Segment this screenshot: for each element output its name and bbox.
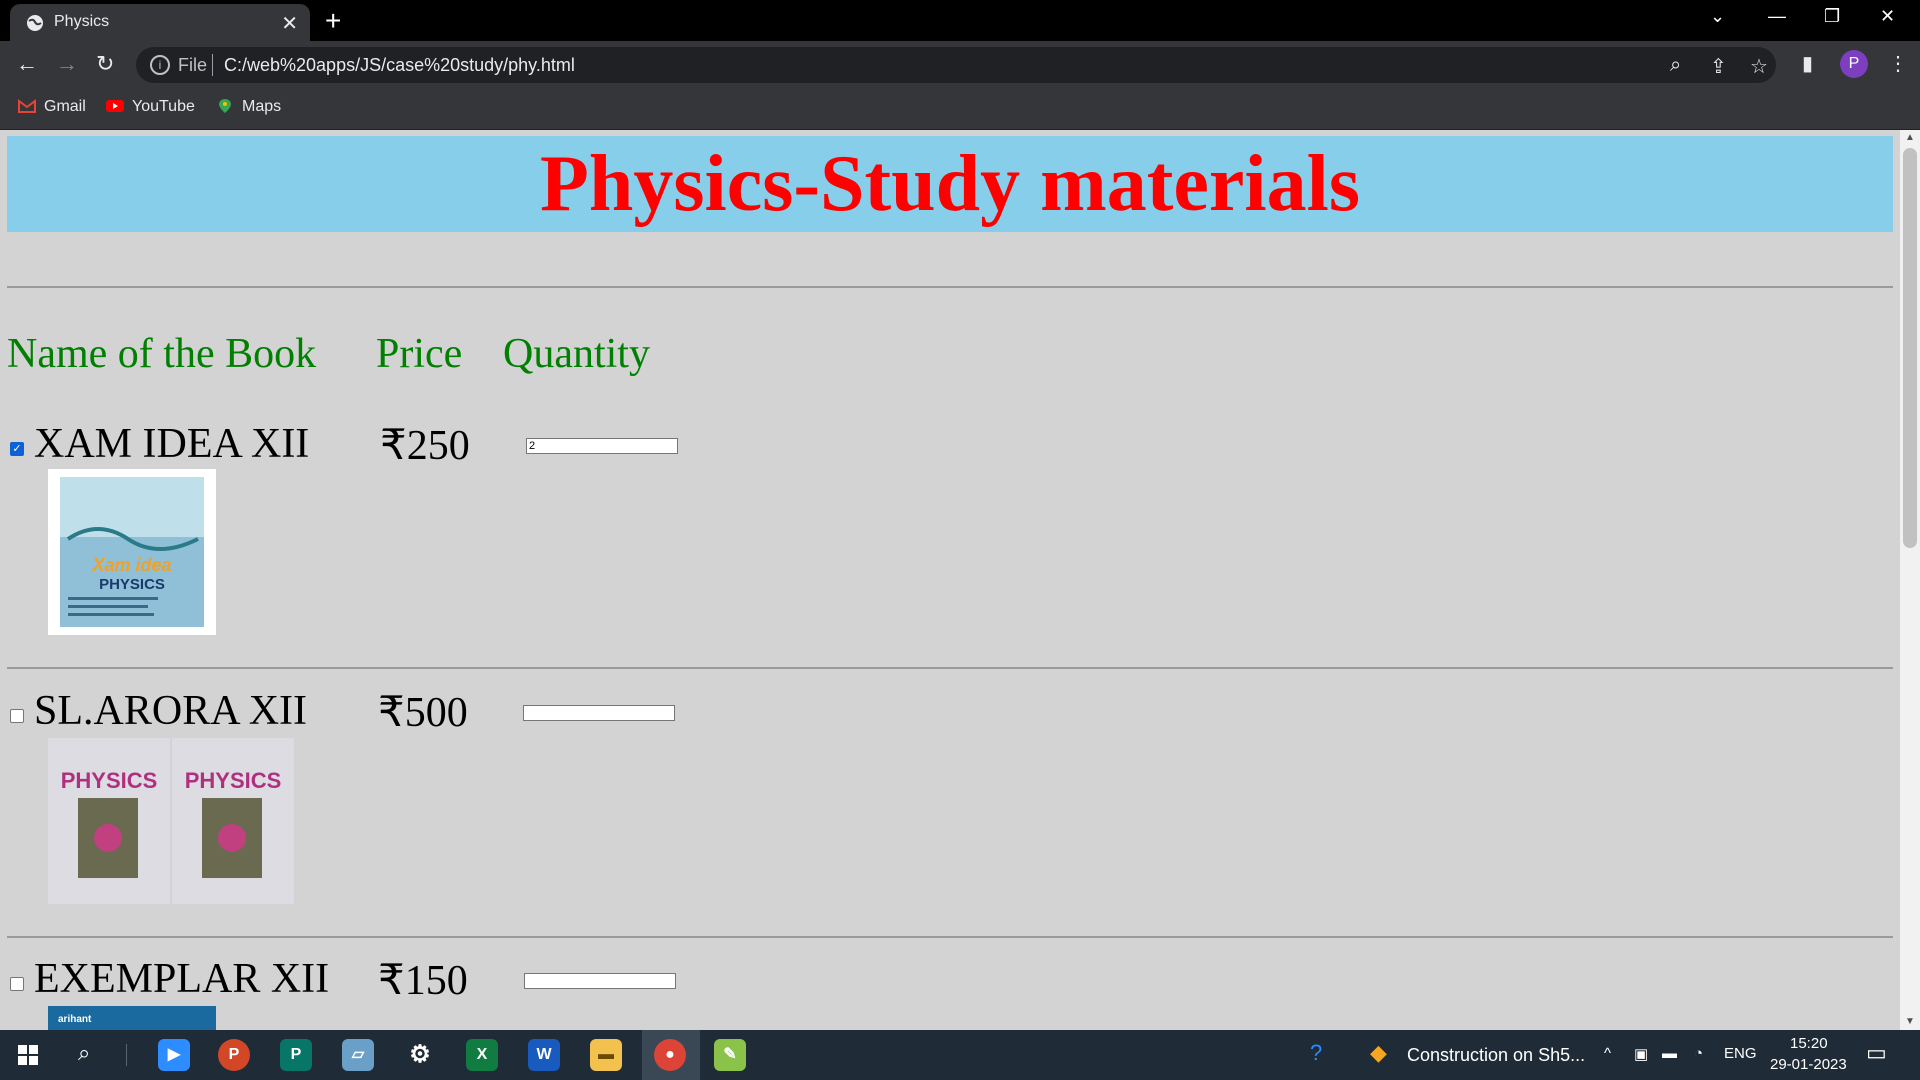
book-price: ₹150	[378, 958, 468, 1004]
bookmarks-bar: Gmail YouTube Maps	[0, 89, 1920, 130]
browser-tab[interactable]: Physics ✕	[10, 4, 310, 41]
scrollbar-thumb[interactable]	[1903, 148, 1917, 548]
book-checkbox[interactable]	[10, 977, 24, 991]
divider	[7, 286, 1893, 288]
clock-time[interactable]: 15:20	[1790, 1035, 1828, 1052]
exemplar-cover-image: arihant	[48, 1006, 216, 1030]
cover-text: PHYSICS	[99, 576, 165, 593]
book-checkbox[interactable]	[10, 709, 24, 723]
pen-tool-app-icon[interactable]: ✎	[714, 1039, 746, 1071]
address-bar[interactable]: i File C:/web%20apps/JS/case%20study/phy…	[136, 47, 1776, 83]
divider	[7, 667, 1893, 669]
bookmark-maps[interactable]: Maps	[216, 98, 281, 116]
word-app-icon[interactable]: W	[528, 1039, 560, 1071]
maps-pin-icon	[219, 99, 231, 113]
globe-icon	[27, 15, 43, 31]
cover-text: Xam idea	[91, 555, 171, 575]
chevron-up-icon[interactable]: ^	[1604, 1045, 1611, 1062]
clock-date[interactable]: 29-01-2023	[1770, 1056, 1847, 1073]
bookmark-label: YouTube	[132, 98, 195, 115]
column-header-quantity: Quantity	[503, 331, 650, 377]
cover-text: PHYSICS	[61, 768, 158, 793]
tab-title: Physics	[54, 13, 110, 30]
traffic-warning-icon[interactable]: ◆	[1370, 1040, 1387, 1066]
help-icon[interactable]: ?	[1310, 1040, 1322, 1066]
column-header-price: Price	[376, 331, 463, 377]
scroll-down-icon[interactable]: ▼	[1905, 1016, 1915, 1027]
restore-icon[interactable]: ❐	[1824, 6, 1840, 27]
bookmark-label: Maps	[242, 98, 282, 115]
notification-center-icon[interactable]: ▭	[1866, 1040, 1887, 1066]
scroll-up-icon[interactable]: ▲	[1905, 132, 1915, 143]
book-name: XAM IDEA XII	[34, 421, 310, 467]
device-icon[interactable]: ▣	[1634, 1045, 1648, 1063]
quantity-input[interactable]	[524, 973, 676, 989]
back-icon[interactable]: ←	[16, 51, 38, 77]
column-header-name: Name of the Book	[7, 331, 317, 377]
cover-text: PHYSICS	[185, 768, 282, 793]
book-price: ₹500	[378, 690, 468, 736]
address-scheme: File	[178, 55, 208, 75]
battery-icon[interactable]: ▬	[1662, 1045, 1677, 1062]
windows-start-icon[interactable]	[18, 1045, 38, 1065]
quantity-input[interactable]	[523, 705, 675, 721]
tab-search-icon[interactable]: ⌄	[1710, 6, 1725, 27]
side-panel-icon[interactable]: ▮	[1802, 51, 1813, 76]
menu-icon[interactable]: ⋮	[1888, 51, 1908, 76]
bookmark-label: Gmail	[44, 98, 86, 115]
wifi-icon[interactable]: ◔	[1694, 1045, 1703, 1062]
cover-text: arihant	[58, 1014, 92, 1025]
page-viewport: Physics-Study materials Name of the Book…	[0, 130, 1900, 1030]
powerpoint-app-icon[interactable]: P	[218, 1039, 250, 1071]
notepad-app-icon[interactable]: ▱	[342, 1039, 374, 1071]
zoom-app-icon[interactable]: ▶	[158, 1039, 190, 1071]
taskbar-separator	[126, 1044, 127, 1066]
excel-app-icon[interactable]: X	[466, 1039, 498, 1071]
browser-toolbar: ← → ↻ i File C:/web%20apps/JS/case%20stu…	[0, 41, 1920, 89]
windows-taskbar: ⌕ ▶ P P ▱ ⚙ X W ▬ ● ✎ ? ◆ Construction o…	[0, 1030, 1920, 1080]
quantity-input[interactable]	[526, 438, 678, 454]
youtube-icon	[106, 100, 124, 112]
publisher-app-icon[interactable]: P	[280, 1039, 312, 1071]
address-separator	[212, 54, 213, 76]
xam-idea-cover-image: Xam idea PHYSICS	[48, 469, 216, 635]
zoom-icon[interactable]: ⌕	[1670, 54, 1681, 77]
notification-text[interactable]: Construction on Sh5...	[1407, 1045, 1585, 1066]
settings-gear-icon[interactable]: ⚙	[404, 1039, 436, 1071]
divider	[7, 936, 1893, 938]
profile-avatar[interactable]: P	[1840, 50, 1868, 78]
chrome-app-icon[interactable]: ●	[654, 1039, 686, 1071]
minimize-icon[interactable]: —	[1768, 6, 1786, 27]
gmail-icon	[18, 99, 36, 113]
close-tab-icon[interactable]: ✕	[281, 11, 298, 36]
share-icon[interactable]: ⇪	[1710, 54, 1727, 79]
page-title: Physics-Study materials	[540, 140, 1360, 228]
file-explorer-icon[interactable]: ▬	[590, 1039, 622, 1071]
address-url[interactable]: C:/web%20apps/JS/case%20study/phy.html	[224, 55, 575, 76]
book-checkbox[interactable]: ✓	[10, 442, 24, 456]
bookmark-gmail[interactable]: Gmail	[18, 98, 86, 116]
book-name: SL.ARORA XII	[34, 688, 308, 734]
page-scrollbar[interactable]: ▲ ▼	[1900, 130, 1920, 1030]
book-name: EXEMPLAR XII	[34, 956, 330, 1002]
bookmark-youtube[interactable]: YouTube	[106, 98, 195, 116]
info-icon[interactable]: i	[150, 55, 170, 75]
browser-tabstrip: Physics ✕ + ⌄ — ❐ ✕	[0, 0, 1920, 41]
close-window-icon[interactable]: ✕	[1880, 6, 1895, 27]
bookmark-star-icon[interactable]: ☆	[1750, 54, 1768, 79]
sl-arora-cover-image: PHYSICS PHYSICS	[48, 738, 294, 904]
page-banner: Physics-Study materials	[7, 136, 1893, 232]
reload-icon[interactable]: ↻	[96, 51, 114, 77]
forward-icon[interactable]: →	[56, 51, 78, 77]
book-price: ₹250	[380, 423, 470, 469]
search-icon[interactable]: ⌕	[78, 1040, 90, 1066]
language-indicator[interactable]: ENG	[1724, 1045, 1757, 1062]
new-tab-icon[interactable]: +	[325, 5, 341, 37]
